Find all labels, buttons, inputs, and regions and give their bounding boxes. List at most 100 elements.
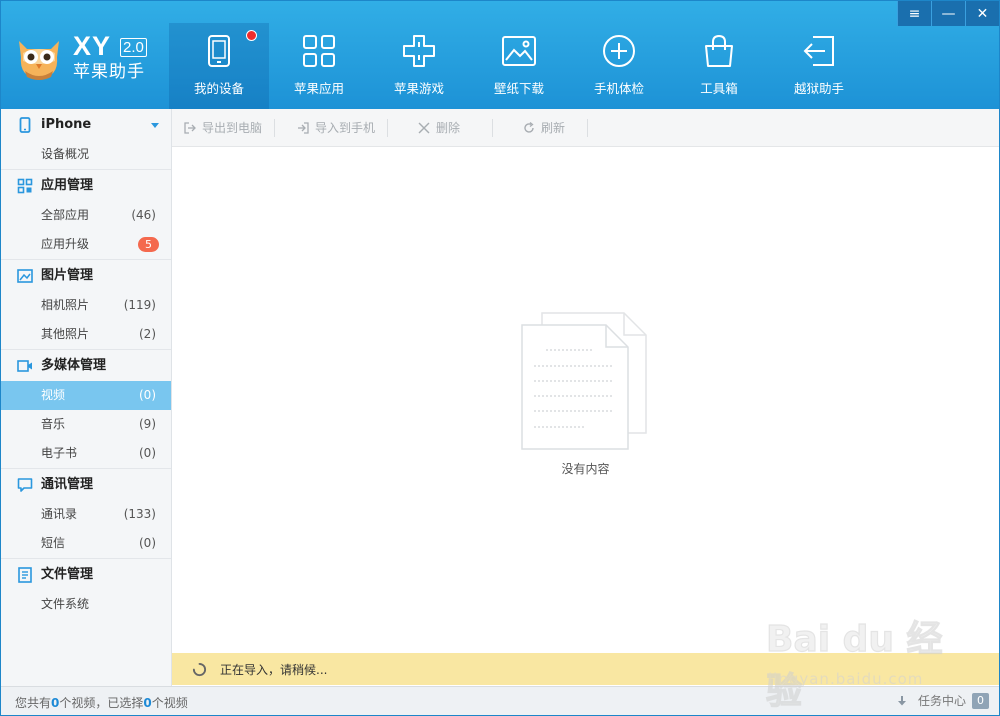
- device-name: iPhone: [41, 117, 92, 132]
- import-icon: [298, 121, 309, 134]
- chevron-down-icon[interactable]: [151, 123, 159, 128]
- sidebar-group-communication: 通讯管理: [1, 468, 171, 500]
- sidebar-item-label: 通讯录: [41, 507, 78, 521]
- sidebar-item-ebooks[interactable]: 电子书 (0): [1, 439, 171, 468]
- sidebar-item-label: 设备概况: [41, 147, 90, 161]
- sidebar-item-label: 应用升级: [41, 237, 90, 251]
- nav-apple-games[interactable]: 苹果游戏: [369, 23, 469, 109]
- group-label: 应用管理: [41, 178, 94, 193]
- sidebar-item-label: 全部应用: [41, 208, 90, 222]
- group-label: 多媒体管理: [41, 358, 107, 373]
- download-arrow-icon: [897, 695, 906, 705]
- apps-icon: [17, 178, 33, 194]
- header-bar: XY 2.0 苹果助手 我的设备 苹果应用 苹果游戏 壁纸下载 手机体检 工具箱…: [1, 1, 999, 109]
- sidebar-group-files: 文件管理: [1, 558, 171, 590]
- selected-count: 0: [143, 696, 152, 710]
- summary-prefix: 您共有: [15, 696, 52, 710]
- sidebar-item-all-apps[interactable]: 全部应用 (46): [1, 201, 171, 230]
- toolbar-label: 导出到电脑: [202, 121, 263, 135]
- nav-label: 壁纸下载: [493, 81, 544, 96]
- nav-wallpaper[interactable]: 壁纸下载: [469, 23, 569, 109]
- sidebar-item-contacts[interactable]: 通讯录 (133): [1, 500, 171, 529]
- sidebar-group-pictures: 图片管理: [1, 259, 171, 291]
- toolbar-label: 删除: [436, 121, 461, 135]
- item-count: (0): [139, 388, 156, 402]
- brand: XY 2.0 苹果助手: [73, 31, 147, 83]
- brand-version: 2.0: [120, 38, 147, 57]
- toolbox-icon: [705, 34, 733, 67]
- menu-button[interactable]: ≡: [897, 1, 931, 26]
- sidebar-group-apps: 应用管理: [1, 169, 171, 201]
- nav-label: 手机体检: [593, 81, 644, 96]
- item-count: (46): [131, 208, 156, 222]
- empty-documents-icon: [521, 312, 647, 450]
- empty-message: 没有内容: [561, 462, 610, 476]
- sidebar-item-sms[interactable]: 短信 (0): [1, 529, 171, 558]
- item-count: (0): [139, 446, 156, 460]
- minimize-button[interactable]: —: [931, 1, 965, 26]
- task-center-button[interactable]: 任务中心 0: [896, 692, 989, 709]
- footer-bar: 您共有0个视频，已选择0个视频 任务中心 0: [1, 686, 999, 715]
- summary-suffix: 个视频: [151, 696, 188, 710]
- video-camera-icon: [17, 360, 32, 372]
- status-text: 正在导入，请稍候...: [220, 662, 328, 677]
- sidebar-item-camera-photos[interactable]: 相机照片 (119): [1, 291, 171, 320]
- delete-x-icon: [418, 122, 430, 133]
- brand-name: 苹果助手: [73, 62, 145, 82]
- item-count: (133): [123, 507, 156, 521]
- content-area: 没有内容: [172, 147, 999, 653]
- sidebar-item-label: 短信: [41, 536, 66, 550]
- video-summary: 您共有0个视频，已选择0个视频: [15, 694, 188, 711]
- sidebar-item-device-overview[interactable]: 设备概况: [1, 140, 171, 169]
- sidebar-item-label: 视频: [41, 388, 66, 402]
- sidebar-item-label: 音乐: [41, 417, 66, 431]
- gamepad-icon: [403, 35, 435, 67]
- loading-spinner-icon: [192, 662, 207, 676]
- nav-my-device[interactable]: 我的设备: [169, 23, 269, 109]
- group-label: 文件管理: [41, 567, 94, 582]
- import-status-bar: 正在导入，请稍候...: [172, 653, 999, 685]
- refresh-icon: [524, 121, 534, 133]
- nav-jailbreak[interactable]: 越狱助手: [769, 23, 869, 109]
- export-icon: [184, 121, 196, 134]
- sidebar-item-label: 文件系统: [41, 597, 90, 611]
- top-nav: 我的设备 苹果应用 苹果游戏 壁纸下载 手机体检 工具箱 越狱助手: [169, 23, 869, 109]
- group-label: 通讯管理: [41, 477, 94, 492]
- group-label: 图片管理: [41, 268, 94, 283]
- nav-label: 苹果游戏: [393, 81, 444, 96]
- sidebar-item-other-photos[interactable]: 其他照片 (2): [1, 320, 171, 349]
- nav-label: 我的设备: [193, 81, 244, 96]
- item-count: (9): [139, 417, 156, 431]
- sidebar-item-file-system[interactable]: 文件系统: [1, 590, 171, 619]
- toolbar-label: 导入到手机: [315, 121, 376, 135]
- nav-apple-apps[interactable]: 苹果应用: [269, 23, 369, 109]
- item-count: (0): [139, 536, 156, 550]
- nav-label: 苹果应用: [293, 81, 344, 96]
- delete-button[interactable]: 删除: [388, 118, 494, 137]
- summary-mid: 个视频，已选择: [59, 696, 144, 710]
- item-count: (119): [123, 298, 156, 312]
- app-window: XY 2.0 苹果助手 我的设备 苹果应用 苹果游戏 壁纸下载 手机体检 工具箱…: [0, 0, 1000, 716]
- chat-icon: [17, 478, 33, 492]
- export-to-pc-button[interactable]: 导出到电脑: [172, 118, 276, 137]
- task-count-badge: 0: [972, 692, 989, 709]
- picture-icon: [17, 269, 33, 283]
- refresh-button[interactable]: 刷新: [493, 118, 589, 137]
- sidebar-item-videos[interactable]: 视频 (0): [1, 381, 171, 410]
- import-to-phone-button[interactable]: 导入到手机: [275, 118, 389, 137]
- sidebar-item-app-updates[interactable]: 应用升级 5: [1, 230, 171, 259]
- nav-toolbox[interactable]: 工具箱: [669, 23, 769, 109]
- sidebar-item-label: 电子书: [41, 446, 78, 460]
- sidebar-item-label: 相机照片: [41, 298, 90, 312]
- close-button[interactable]: ✕: [965, 1, 999, 26]
- nav-label: 越狱助手: [793, 81, 844, 96]
- phone-icon: [19, 117, 31, 133]
- nav-label: 工具箱: [700, 81, 738, 96]
- sidebar-device-header[interactable]: iPhone: [1, 109, 171, 140]
- exit-arrow-icon: [803, 36, 834, 66]
- window-controls: ≡ — ✕: [897, 1, 999, 26]
- toolbar: 导出到电脑 导入到手机 删除 刷新: [172, 109, 999, 147]
- nav-phone-checkup[interactable]: 手机体检: [569, 23, 669, 109]
- sidebar-item-music[interactable]: 音乐 (9): [1, 410, 171, 439]
- sidebar: iPhone 设备概况 应用管理 全部应用 (46) 应用升级 5 图片管理 相…: [1, 109, 172, 686]
